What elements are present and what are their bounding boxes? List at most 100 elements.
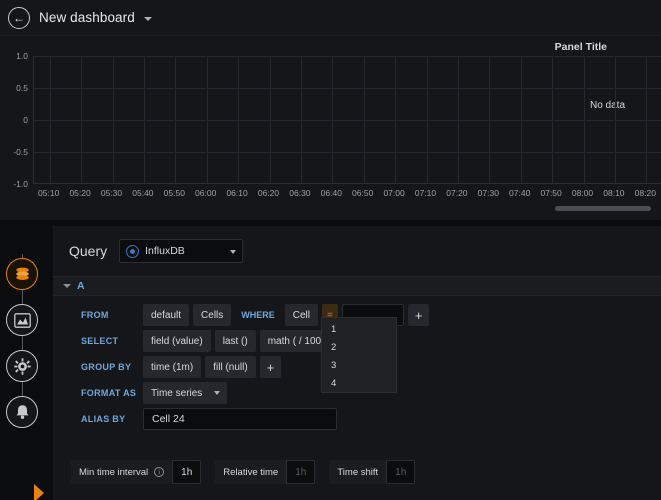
grid-line-vertical [269, 56, 271, 183]
grid-line-vertical [489, 56, 491, 183]
edit-sidebar-rail [0, 220, 46, 500]
suggestion-item[interactable]: 4 [322, 374, 396, 392]
y-tick-label: 1.0 [16, 51, 28, 61]
grafana-dashboard-edit: ← New dashboard Panel Title 1.0 0.5 0 -0.5 -… [0, 0, 661, 500]
sidebar-item-queries[interactable] [6, 258, 38, 290]
back-arrow-icon[interactable]: ← [8, 6, 30, 29]
group-by-part-time[interactable]: time (1m) [143, 356, 202, 378]
grid-line-horizontal [34, 120, 661, 121]
visualization-graph-icon [13, 312, 31, 328]
min-time-interval-value: 1h [181, 466, 193, 478]
add-group-by-button[interactable]: + [259, 356, 282, 378]
y-tick-label: -0.5 [13, 147, 28, 157]
where-label: WHERE [241, 310, 275, 320]
x-tick-label: 08:20 [634, 188, 656, 198]
alert-bell-icon [16, 405, 28, 419]
influxdb-icon [126, 244, 140, 258]
sidebar-item-alert[interactable] [6, 396, 38, 428]
x-tick-label: 05:30 [100, 188, 123, 198]
panel-horizontal-scrollbar[interactable] [0, 206, 661, 212]
format-as-value: Time series [151, 387, 203, 399]
select-part-last[interactable]: last () [214, 330, 256, 352]
alias-by-input[interactable]: Cell 24 [143, 408, 337, 430]
grid-line-vertical [520, 56, 522, 183]
min-time-interval-label: Min time interval i [71, 467, 172, 478]
format-as-select[interactable]: Time series [143, 382, 227, 404]
x-tick-label: 06:20 [257, 188, 280, 198]
grid-line-vertical [332, 56, 334, 183]
grid-line-vertical [583, 56, 585, 183]
x-tick-label: 05:10 [38, 188, 60, 198]
x-axis: 05:10 05:20 05:30 05:40 05:50 06:00 06:10 06:20… [33, 186, 661, 202]
datasource-layers-icon [15, 267, 29, 280]
time-shift-group: Time shift 1h [329, 460, 416, 484]
alias-by-label: ALIAS BY [81, 414, 126, 424]
plot-grid: No data [33, 56, 661, 184]
grid-line-vertical [238, 56, 240, 183]
x-tick-label: 07:40 [509, 188, 531, 198]
format-as-label: FORMAT AS [81, 388, 137, 398]
grid-line-horizontal [34, 56, 661, 57]
grid-line-vertical [49, 56, 51, 183]
grid-line-vertical [143, 56, 145, 183]
x-tick-label: 08:00 [571, 188, 594, 198]
no-data-message: No data [590, 100, 626, 111]
measurement-segment[interactable]: Cells [193, 304, 232, 326]
page-title: New dashboard [39, 10, 135, 25]
select-label: SELECT [81, 336, 119, 346]
suggestion-item[interactable]: 2 [322, 338, 396, 356]
query-builder: FROM default Cells WHERE Cell = + SELECT… [53, 296, 661, 430]
relative-time-group: Relative time 1h [215, 460, 316, 484]
panel-title: Panel Title [554, 41, 607, 53]
x-tick-label: 06:30 [289, 188, 311, 198]
y-tick-label: 0.5 [16, 83, 28, 93]
plot-area: 1.0 0.5 0 -0.5 -1.0 No data 05:10 05:20 05:30 0… [0, 51, 661, 204]
grid-line-vertical [300, 56, 302, 183]
relative-time-label: Relative time [223, 466, 279, 478]
x-tick-label: 05:50 [163, 188, 185, 198]
x-tick-label: 06:40 [320, 188, 342, 198]
time-shift-label: Time shift [337, 466, 379, 478]
scrollbar-thumb[interactable] [555, 206, 651, 211]
grid-line-vertical [457, 56, 459, 183]
suggestion-item[interactable]: 3 [322, 356, 396, 374]
datasource-picker[interactable]: InfluxDB [119, 239, 244, 263]
query-editor: Query InfluxDB A FROM default Cells WHER… [53, 226, 661, 500]
query-editor-header: Query InfluxDB [53, 226, 661, 276]
x-tick-label: 08:10 [603, 188, 625, 198]
grid-line-vertical [81, 56, 83, 183]
active-pointer-icon [34, 484, 44, 500]
time-shift-input[interactable]: 1h [386, 460, 416, 484]
min-time-interval-input[interactable]: 1h [172, 460, 202, 484]
add-where-button[interactable]: + [407, 304, 430, 326]
info-icon[interactable]: i [154, 467, 165, 477]
retention-policy-segment[interactable]: default [143, 304, 190, 326]
x-tick-label: 05:40 [132, 188, 154, 198]
relative-time-input[interactable]: 1h [286, 460, 316, 484]
time-shift-placeholder: 1h [395, 466, 407, 478]
x-tick-label: 07:30 [477, 188, 499, 198]
query-row-name: A [77, 280, 85, 292]
relative-time-placeholder: 1h [295, 466, 307, 478]
y-tick-label: -1.0 [13, 179, 28, 189]
alias-by-row: ALIAS BY Cell 24 [81, 408, 661, 430]
group-by-part-fill[interactable]: fill (null) [205, 356, 256, 378]
grid-line-vertical [112, 56, 114, 183]
chevron-down-icon [230, 250, 237, 254]
alias-by-value: Cell 24 [152, 413, 185, 425]
grid-line-horizontal [34, 152, 661, 153]
grid-line-vertical [614, 56, 616, 183]
min-time-interval-group: Min time interval i 1h [71, 460, 202, 484]
tag-value-suggestions[interactable]: 1234 [321, 317, 397, 393]
x-tick-label: 05:20 [69, 188, 91, 198]
chevron-down-icon[interactable] [143, 17, 152, 21]
query-row-header[interactable]: A [53, 276, 661, 296]
grid-line-vertical [363, 56, 365, 183]
grid-line-vertical [395, 56, 397, 183]
select-part-field[interactable]: field (value) [143, 330, 211, 352]
sidebar-item-visualization[interactable] [6, 304, 38, 336]
suggestion-item[interactable]: 1 [322, 320, 396, 338]
sidebar-item-panel-options[interactable] [6, 350, 38, 382]
chevron-down-icon[interactable] [63, 284, 71, 288]
where-tag-key-segment[interactable]: Cell [284, 304, 318, 326]
